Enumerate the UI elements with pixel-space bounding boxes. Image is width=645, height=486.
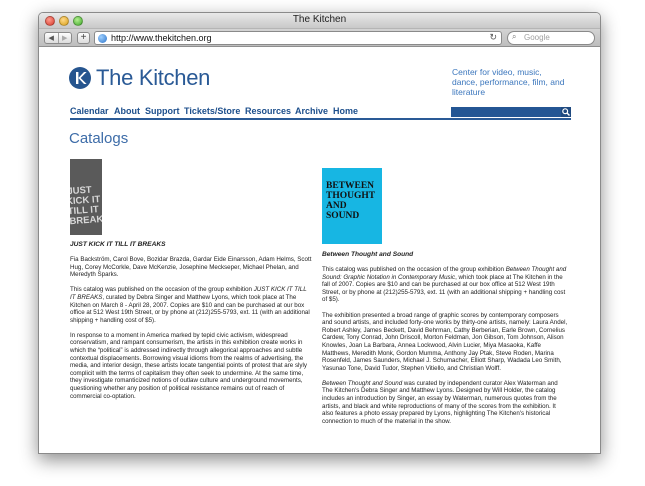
window-title: The Kitchen	[292, 14, 347, 25]
cover-art: JUST KICK IT TILL IT BREAKS	[70, 159, 102, 235]
cover-art: BETWEEN THOUGHT AND SOUND	[322, 168, 382, 244]
nav-home[interactable]: Home	[333, 106, 358, 116]
reload-icon[interactable]: ↻	[489, 32, 497, 43]
catalog-description: This catalog was published on the occasi…	[70, 286, 310, 324]
magnifier-icon	[562, 108, 570, 116]
forward-button[interactable]: ▶	[57, 33, 72, 43]
site-search-button[interactable]	[561, 107, 571, 117]
browser-window: The Kitchen ◀ ▶ + http://www.thekitchen.…	[38, 12, 601, 454]
page-heading: Catalogs	[69, 130, 129, 147]
catalog-description: This catalog was published on the occasi…	[322, 266, 567, 304]
site-tagline: Center for video, music, dance, performa…	[452, 67, 565, 97]
main-nav: Calendar About Support Tickets/Store Res…	[70, 106, 571, 120]
site-logo[interactable]: The Kitchen	[69, 65, 210, 91]
globe-icon	[98, 34, 107, 43]
catalog-title[interactable]: Between Thought and Sound	[322, 251, 568, 259]
catalog-cover-between-thought-and-sound[interactable]: BETWEEN THOUGHT AND SOUND	[322, 168, 382, 244]
nav-archive[interactable]: Archive	[295, 106, 328, 116]
page-content: The Kitchen Center for video, music, dan…	[39, 48, 600, 453]
browser-toolbar: ◀ ▶ + http://www.thekitchen.org ↻ ⌕ Goog…	[39, 29, 600, 47]
catalog-artists: The exhibition presented a broad range o…	[322, 311, 568, 372]
nav-calendar[interactable]: Calendar	[70, 106, 109, 116]
svg-text:BETWEEN: BETWEEN	[326, 181, 374, 191]
svg-text:AND: AND	[326, 201, 347, 211]
catalog-credits: Between Thought and Sound was curated by…	[322, 379, 558, 425]
nav-support[interactable]: Support	[145, 106, 180, 116]
svg-text:THOUGHT: THOUGHT	[326, 191, 376, 201]
nav-resources[interactable]: Resources	[245, 106, 291, 116]
catalog-entry-just-kick-it: JUST KICK IT TILL IT BREAKS Fia Backströ…	[70, 241, 312, 408]
nav-about[interactable]: About	[114, 106, 140, 116]
search-placeholder: Google	[524, 33, 550, 42]
back-button[interactable]: ◀	[45, 33, 58, 43]
site-search-input[interactable]	[451, 107, 561, 117]
site-title: The Kitchen	[96, 65, 211, 90]
catalog-artists: Fia Backström, Carol Bove, Bozidar Brazd…	[70, 256, 312, 279]
history-buttons: ◀ ▶	[44, 32, 72, 44]
kitchen-logo-icon	[69, 67, 91, 89]
catalog-essay: In response to a moment in America marke…	[70, 331, 307, 400]
nav-tickets-store[interactable]: Tickets/Store	[184, 106, 240, 116]
address-bar[interactable]: http://www.thekitchen.org ↻	[94, 31, 502, 45]
search-field[interactable]: ⌕ Google	[507, 31, 595, 45]
svg-text:SOUND: SOUND	[326, 211, 359, 221]
catalog-entry-between-thought-and-sound: Between Thought and Sound This catalog w…	[322, 251, 568, 433]
catalog-title[interactable]: JUST KICK IT TILL IT BREAKS	[70, 241, 312, 249]
title-bar: The Kitchen	[39, 13, 600, 29]
svg-text:BREAKS: BREAKS	[70, 213, 102, 227]
search-icon: ⌕	[512, 32, 517, 41]
address-text[interactable]: http://www.thekitchen.org	[111, 33, 212, 43]
add-bookmark-button[interactable]: +	[77, 32, 90, 44]
catalog-cover-just-kick-it[interactable]: JUST KICK IT TILL IT BREAKS	[70, 159, 102, 235]
